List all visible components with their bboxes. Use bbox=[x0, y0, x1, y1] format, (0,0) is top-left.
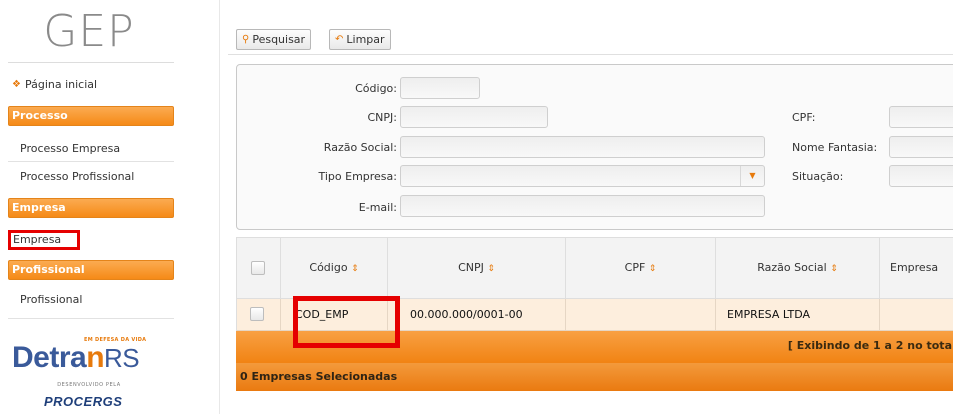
cnpj-field[interactable] bbox=[400, 106, 548, 128]
divider bbox=[8, 161, 174, 162]
developed-by-label: DESENVOLVIDO PELA bbox=[57, 382, 121, 388]
column-codigo[interactable]: Código ⇕ bbox=[281, 238, 388, 298]
sidebar-separator bbox=[219, 0, 220, 414]
select-all-cell bbox=[237, 238, 281, 298]
detran-wordmark: DetranRS bbox=[12, 341, 140, 374]
procergs-logo: PROCERGS bbox=[44, 394, 123, 409]
toolbar-divider bbox=[228, 54, 953, 55]
sidebar-item-processo-empresa[interactable]: Processo Empresa bbox=[20, 142, 120, 155]
home-icon: ❖ bbox=[12, 79, 21, 90]
gep-logo: GEP bbox=[43, 6, 135, 57]
home-label: Página inicial bbox=[24, 78, 98, 91]
row-checkbox-cell bbox=[237, 299, 281, 330]
sidebar-item-empresa[interactable]: Empresa bbox=[8, 230, 80, 250]
row-checkbox[interactable] bbox=[250, 307, 264, 321]
situacao-label: Situação: bbox=[792, 170, 844, 183]
filter-panel: Código: CNPJ: CPF: Razão Social: Nome Fa… bbox=[236, 64, 953, 230]
situacao-select[interactable] bbox=[889, 165, 953, 187]
search-button[interactable]: ⚲ Pesquisar bbox=[236, 29, 312, 50]
divider bbox=[8, 318, 174, 319]
sort-icon: ⇕ bbox=[351, 264, 359, 274]
nome-fantasia-label: Nome Fantasia: bbox=[792, 141, 878, 154]
codigo-field[interactable] bbox=[400, 77, 480, 99]
column-razao-social[interactable]: Razão Social ⇕ bbox=[716, 238, 880, 298]
razao-social-field[interactable] bbox=[400, 136, 765, 158]
email-field[interactable] bbox=[400, 195, 765, 217]
clear-button[interactable]: ↶ Limpar bbox=[329, 29, 391, 50]
nome-fantasia-field[interactable] bbox=[889, 136, 953, 158]
sidebar: GEP ❖ Página inicial Processo Processo E… bbox=[0, 0, 178, 414]
sidebar-item-profissional[interactable]: Profissional bbox=[20, 293, 82, 306]
search-icon: ⚲ bbox=[242, 34, 250, 45]
cell-razao-social: EMPRESA LTDA bbox=[716, 299, 880, 330]
detran-logo: EM DEFESA DA VIDA DetranRS bbox=[12, 335, 172, 375]
sort-icon: ⇕ bbox=[648, 264, 657, 274]
table-header: Código ⇕ CNPJ ⇕ CPF ⇕ Razão Social ⇕ Emp… bbox=[236, 237, 953, 299]
chevron-down-icon: ▼ bbox=[740, 166, 764, 186]
selection-footer: 0 Empresas Selecionadas bbox=[236, 363, 953, 391]
search-button-label: Pesquisar bbox=[252, 33, 306, 46]
section-profissional[interactable]: Profissional bbox=[8, 260, 174, 280]
cpf-field[interactable] bbox=[889, 106, 953, 128]
tipo-empresa-label: Tipo Empresa: bbox=[318, 170, 397, 183]
column-cnpj[interactable]: CNPJ ⇕ bbox=[388, 238, 566, 298]
select-all-checkbox[interactable] bbox=[251, 261, 265, 275]
cpf-label: CPF: bbox=[792, 111, 816, 124]
tipo-empresa-select[interactable]: ▼ bbox=[400, 165, 765, 187]
column-cpf[interactable]: CPF ⇕ bbox=[566, 238, 716, 298]
highlight-box bbox=[293, 296, 400, 348]
codigo-label: Código: bbox=[355, 82, 397, 95]
pager-info: [ Exibindo de 1 a 2 no tota bbox=[787, 339, 952, 352]
section-empresa[interactable]: Empresa bbox=[8, 198, 174, 218]
sidebar-item-processo-profissional[interactable]: Processo Profissional bbox=[20, 170, 134, 183]
razao-social-label: Razão Social: bbox=[323, 141, 397, 154]
cell-empresa bbox=[880, 299, 953, 330]
sort-icon: ⇕ bbox=[487, 264, 495, 274]
undo-icon: ↶ bbox=[335, 34, 344, 45]
sidebar-item-home[interactable]: ❖ Página inicial bbox=[12, 78, 97, 91]
clear-button-label: Limpar bbox=[346, 33, 385, 46]
sort-icon: ⇕ bbox=[830, 264, 838, 274]
selection-count: 0 Empresas Selecionadas bbox=[240, 370, 398, 383]
section-processo[interactable]: Processo bbox=[8, 106, 174, 126]
cnpj-label: CNPJ: bbox=[367, 111, 398, 124]
email-label: E-mail: bbox=[358, 201, 397, 214]
cell-cpf bbox=[566, 299, 716, 330]
column-empresa[interactable]: Empresa bbox=[880, 238, 953, 298]
cell-cnpj: 00.000.000/0001-00 bbox=[388, 299, 566, 330]
logo-divider bbox=[8, 62, 174, 63]
